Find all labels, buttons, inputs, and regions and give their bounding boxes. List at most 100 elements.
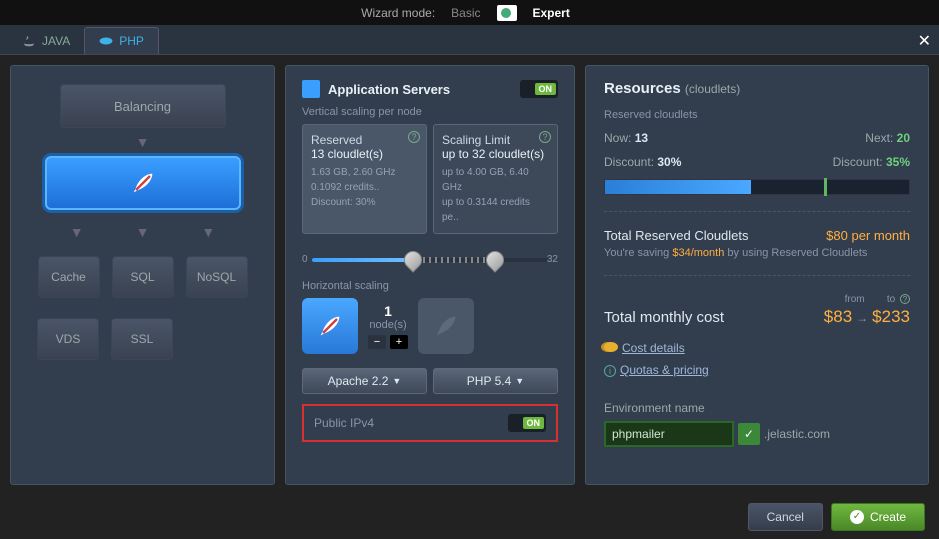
ipv4-label: Public IPv4 (314, 416, 374, 430)
coins-icon (604, 342, 618, 352)
trc-label: Total Reserved Cloudlets (604, 228, 749, 243)
close-icon[interactable]: ✕ (918, 31, 931, 51)
appservers-toggle[interactable]: ON (520, 80, 558, 98)
resources-title: Resources (cloudlets) (604, 80, 910, 97)
env-name-input[interactable] (604, 421, 734, 447)
php-select-value: PHP 5.4 (467, 374, 511, 388)
arrow-down-icon: ▼ (136, 134, 150, 150)
ssl-label: SSL (131, 332, 154, 346)
footer-buttons: Cancel ✓ Create (0, 495, 939, 539)
arrow-down-icon: ▼ (136, 224, 150, 240)
arrow-down-icon: ▼ (70, 224, 84, 240)
limit-spec1: up to 4.00 GB, 6.40 GHz (442, 167, 529, 193)
arrows-row: ▼ ▼ ▼ (70, 218, 216, 246)
now-key: Now: (604, 131, 631, 145)
arrow-down-icon: ▼ (201, 224, 215, 240)
slider-max: 32 (547, 254, 558, 265)
nosql-node[interactable]: NoSQL (186, 256, 248, 298)
server-select[interactable]: Apache 2.2▼ (302, 368, 427, 394)
create-label: Create (870, 510, 906, 524)
check-icon: ✓ (850, 510, 864, 524)
cache-node[interactable]: Cache (38, 256, 100, 298)
quotas-link[interactable]: Quotas & pricing (620, 363, 709, 377)
help-icon[interactable]: ? (408, 131, 420, 143)
cloudlets-bar (604, 179, 910, 195)
discount-key2: Discount: (833, 155, 883, 169)
chevron-down-icon: ▼ (515, 376, 524, 386)
tab-php[interactable]: PHP (84, 27, 159, 54)
discount-next: 35% (886, 155, 910, 169)
wizard-mode-bar: Wizard mode: Basic Expert (0, 0, 939, 25)
feather-icon (129, 169, 157, 197)
discount-key: Discount: (604, 155, 654, 169)
cancel-button[interactable]: Cancel (748, 503, 823, 531)
vds-label: VDS (56, 332, 81, 346)
env-name-label: Environment name (604, 401, 910, 415)
wizard-toggle[interactable] (497, 5, 517, 21)
ssl-node[interactable]: SSL (111, 318, 173, 360)
next-value: 20 (897, 131, 910, 145)
php-icon (99, 34, 113, 48)
chevron-down-icon: ▼ (392, 376, 401, 386)
tab-java-label: JAVA (42, 34, 70, 48)
help-icon[interactable]: ? (539, 131, 551, 143)
horizontal-scaling-label: Horizontal scaling (302, 280, 558, 292)
discount-now: 30% (657, 155, 681, 169)
app-server-node[interactable] (45, 156, 241, 210)
wizard-expert-option[interactable]: Expert (525, 4, 578, 22)
reserved-discount: Discount: 30% (311, 197, 375, 208)
vds-node[interactable]: VDS (37, 318, 99, 360)
wizard-label: Wizard mode: (361, 6, 435, 20)
node-inactive[interactable] (418, 298, 474, 354)
vertical-scaling-label: Vertical scaling per node (302, 106, 558, 118)
help-icon[interactable]: ? (900, 294, 910, 304)
ipv4-toggle[interactable]: ON (508, 414, 546, 432)
resources-panel: Resources (cloudlets) Reserved cloudlets… (585, 65, 929, 485)
tab-java[interactable]: JAVA (8, 28, 84, 54)
sql-node[interactable]: SQL (112, 256, 174, 298)
cache-label: Cache (51, 270, 86, 284)
cancel-label: Cancel (767, 510, 804, 524)
config-panel: Application Servers ON Vertical scaling … (285, 65, 575, 485)
tmc-to: $233 (872, 307, 910, 326)
saving-text: You're saving $34/month by using Reserve… (604, 247, 910, 259)
create-button[interactable]: ✓ Create (831, 503, 925, 531)
reserved-spec2: 0.1092 credits.. (311, 182, 379, 193)
wizard-basic-option[interactable]: Basic (443, 4, 488, 22)
slider-min: 0 (302, 254, 308, 265)
reserved-value: 13 cloudlet(s) (311, 147, 418, 161)
public-ipv4-row: Public IPv4 ON (302, 404, 558, 442)
slider-handle-reserved[interactable] (401, 247, 426, 272)
balancing-node[interactable]: Balancing (60, 84, 226, 128)
node-plus-button[interactable]: + (390, 335, 408, 349)
node-active[interactable] (302, 298, 358, 354)
node-count-label: node(s) (368, 319, 408, 331)
toggle-on-label: ON (523, 417, 545, 429)
now-value: 13 (635, 131, 648, 145)
sql-label: SQL (130, 270, 154, 284)
tmc-from: $83 (824, 307, 852, 326)
topology-panel: Balancing ▼ ▼ ▼ ▼ Cache SQL NoSQL VDS SS… (10, 65, 275, 485)
limit-spec2: up to 0.3144 credits pe.. (442, 197, 530, 223)
cloudlets-slider[interactable]: 0 32 (302, 248, 558, 272)
node-count-value: 1 (368, 303, 408, 319)
tmc-label: Total monthly cost (604, 309, 724, 326)
nosql-label: NoSQL (197, 270, 236, 284)
node-count: 1 node(s) −+ (368, 303, 408, 349)
server-select-value: Apache 2.2 (328, 374, 389, 388)
appservers-icon (302, 80, 320, 98)
limit-card: ? Scaling Limit up to 32 cloudlet(s) up … (433, 124, 558, 234)
node-minus-button[interactable]: − (368, 335, 386, 349)
limit-value: up to 32 cloudlet(s) (442, 147, 549, 161)
cost-details-link[interactable]: Cost details (622, 341, 685, 355)
feather-icon (316, 312, 344, 340)
trc-price: $80 per month (826, 228, 910, 243)
slider-handle-limit[interactable] (483, 247, 508, 272)
limit-title: Scaling Limit (442, 133, 549, 147)
php-select[interactable]: PHP 5.4 ▼ (433, 368, 558, 394)
reserved-title: Reserved (311, 133, 418, 147)
language-tabs: JAVA PHP ✕ (0, 25, 939, 55)
reserved-card: ? Reserved 13 cloudlet(s) 1.63 GB, 2.60 … (302, 124, 427, 234)
next-key: Next: (865, 131, 893, 145)
env-domain: .jelastic.com (764, 427, 830, 441)
